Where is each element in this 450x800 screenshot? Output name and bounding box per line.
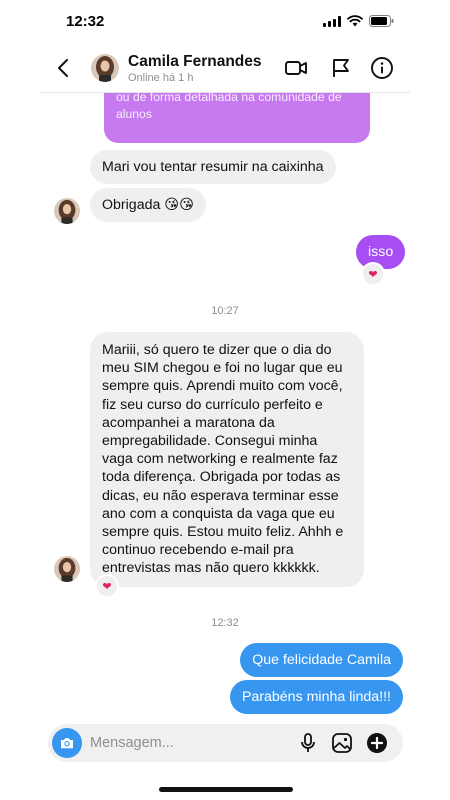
timestamp-2: 12:32 [211,617,239,629]
wifi-icon [347,15,363,27]
status-time: 12:32 [66,13,105,30]
contact-name[interactable]: Camila Fernandes [128,53,262,71]
back-icon[interactable] [52,56,76,80]
microphone-icon[interactable] [296,731,320,755]
flag-icon[interactable] [329,56,353,80]
heart-reaction[interactable]: ❤ [95,574,119,598]
camera-icon [61,738,73,749]
quoted-message[interactable]: ou de forma detalhada na comunidade de a… [104,85,370,143]
message-composer [48,724,403,762]
contact-status: Online há 1 h [128,72,194,84]
quoted-line-2: alunos [116,107,152,121]
status-icons [323,15,394,27]
signal-icon [323,15,341,27]
contact-avatar[interactable] [91,54,119,82]
header-divider [40,92,410,93]
sender-avatar[interactable] [54,556,80,582]
battery-icon [369,15,394,27]
message-outgoing-3[interactable]: Parabéns minha linda!!! [229,680,403,714]
home-indicator [159,787,293,792]
sender-avatar[interactable] [54,198,80,224]
video-call-icon[interactable] [284,56,308,80]
heart-reaction[interactable]: ❤ [361,262,385,286]
message-input[interactable] [90,733,290,753]
status-bar: 12:32 [0,0,450,44]
chat-header: Camila Fernandes Online há 1 h [0,44,450,92]
gallery-icon[interactable] [330,731,354,755]
message-outgoing-2[interactable]: Que felicidade Camila [240,643,403,677]
info-icon[interactable] [370,56,394,80]
message-incoming-3[interactable]: Mariii, só quero te dizer que o dia do m… [90,332,364,587]
timestamp-1: 10:27 [211,305,239,317]
add-icon[interactable] [365,731,389,755]
message-incoming-1[interactable]: Mari vou tentar resumir na caixinha [90,150,336,184]
camera-button[interactable] [52,728,82,758]
message-incoming-2[interactable]: Obrigada 😘😘 [90,188,206,222]
